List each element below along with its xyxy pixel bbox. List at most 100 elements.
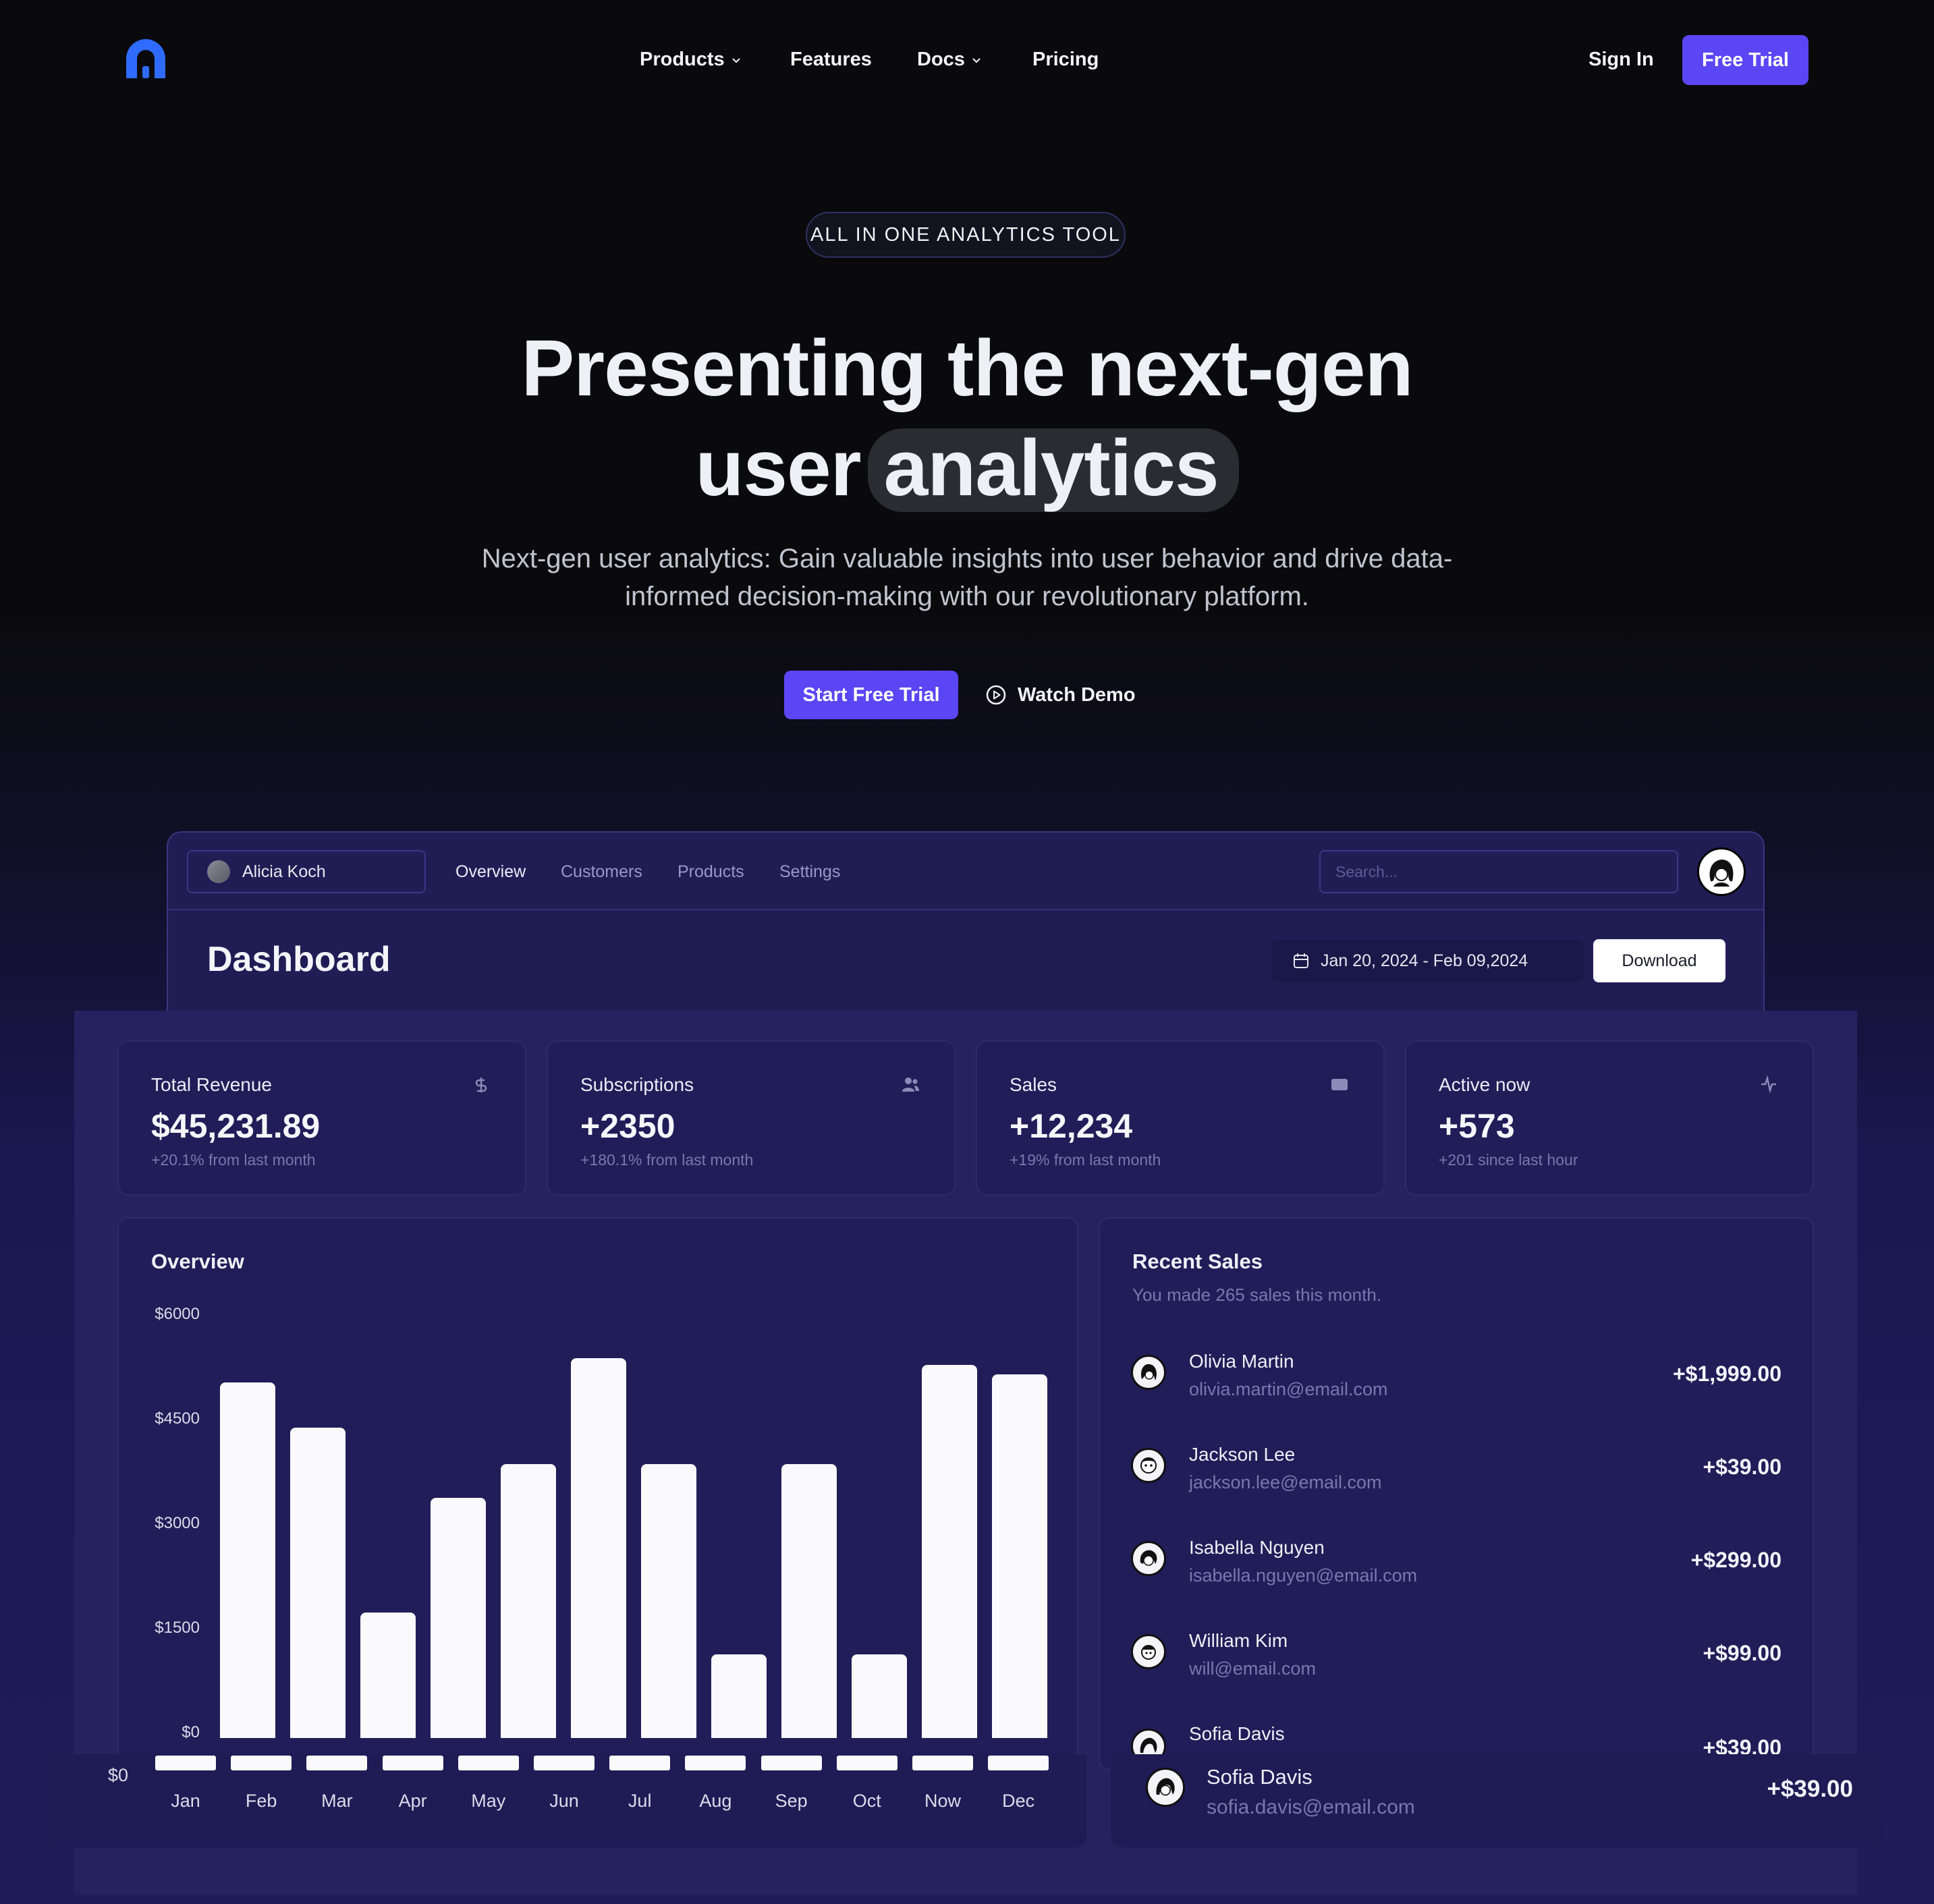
bar-jan: [992, 1374, 1047, 1738]
stat-card-sales: Sales +12,234 +19% from last month: [976, 1040, 1385, 1196]
bar-aug: [641, 1463, 696, 1738]
sale-amount: +$1,999.00: [1672, 1362, 1781, 1386]
nav-docs-label: Docs: [917, 49, 965, 70]
tab-products[interactable]: Products: [678, 862, 744, 882]
tab-customers[interactable]: Customers: [561, 862, 642, 882]
hero-badge: ALL IN ONE ANALYTICS TOOL: [806, 212, 1126, 258]
stat-subtext: +20.1% from last month: [151, 1151, 316, 1169]
y-tick-label: $3000: [155, 1514, 200, 1532]
credit-card-icon: [1331, 1079, 1348, 1090]
landing-page: Products Features Docs Pricing Sign In F…: [0, 0, 1934, 1904]
sale-email: olivia.martin@email.com: [1189, 1379, 1388, 1399]
stat-value: +2350: [580, 1107, 675, 1145]
brand-logo-icon[interactable]: [123, 36, 168, 81]
download-button[interactable]: Download: [1593, 939, 1725, 982]
bar-stub: [912, 1756, 973, 1770]
hero-title-line2: user analytics: [0, 422, 1934, 514]
dashboard-title: Dashboard: [207, 940, 391, 979]
x-tick-label: Jan: [171, 1791, 200, 1811]
stat-label: Active now: [1439, 1074, 1530, 1095]
team-avatar: [207, 860, 230, 883]
stat-subtext: +201 since last hour: [1439, 1151, 1578, 1169]
team-name: Alicia Koch: [242, 862, 326, 881]
sale-email: sofia.davis@email.com: [1207, 1796, 1415, 1818]
bar-stub: [836, 1756, 897, 1770]
person-avatar-icon: [1156, 1778, 1175, 1796]
bar-feb: [220, 1382, 275, 1738]
search-input[interactable]: Search...: [1319, 850, 1678, 893]
hero-title-line1: Presenting the next-gen: [521, 324, 1413, 413]
users-icon: [902, 1077, 919, 1092]
bar-stub: [306, 1756, 368, 1770]
bar-jun: [501, 1463, 556, 1738]
sale-email: isabella.nguyen@email.com: [1189, 1565, 1418, 1586]
sale-name: Sofia Davis: [1189, 1723, 1285, 1744]
stat-card-active: Active now +573 +201 since last hour: [1405, 1040, 1814, 1196]
bar-stub: [988, 1756, 1049, 1770]
watch-demo-label: Watch Demo: [1018, 683, 1136, 706]
activity-icon: [1761, 1075, 1776, 1093]
dashboard-topbar: Alicia Koch Overview Customers Products …: [168, 833, 1763, 910]
avatar: [1131, 1634, 1166, 1669]
tab-overview[interactable]: Overview: [455, 862, 526, 882]
stat-subtext: +19% from last month: [1010, 1151, 1161, 1169]
nav-pricing[interactable]: Pricing: [1032, 49, 1099, 71]
avatar: [1131, 1448, 1166, 1483]
watch-demo-button[interactable]: Watch Demo: [985, 679, 1136, 711]
bar-now: [852, 1654, 907, 1738]
bar-stub: [534, 1756, 595, 1770]
user-avatar[interactable]: [1697, 847, 1746, 896]
bar-sep: [711, 1654, 767, 1738]
x-tick-label: Dec: [1002, 1791, 1035, 1811]
chevron-down-icon: [972, 57, 980, 63]
stat-label: Subscriptions: [580, 1074, 694, 1095]
x-tick-label: Jun: [549, 1791, 579, 1811]
nav-docs[interactable]: Docs: [917, 49, 981, 71]
dollar-icon: [475, 1077, 487, 1092]
sales-overlay-strip: Sofia Davis sofia.davis@email.com +$39.0…: [1111, 1754, 1881, 1847]
start-free-trial-button[interactable]: Start Free Trial: [784, 671, 958, 719]
sign-in-link[interactable]: Sign In: [1588, 49, 1654, 71]
x-tick-label: Apr: [398, 1791, 427, 1811]
x-tick-label: Jul: [628, 1791, 652, 1811]
play-circle-icon: [986, 685, 1006, 705]
recent-sales-title: Recent Sales: [1132, 1250, 1263, 1273]
stat-value: +573: [1439, 1107, 1515, 1145]
bar-stub: [685, 1756, 746, 1770]
bar-jul: [571, 1357, 626, 1738]
y-tick-label: $6000: [155, 1305, 200, 1323]
user-avatar-icon: [1709, 860, 1734, 887]
nav-products[interactable]: Products: [640, 49, 741, 71]
overview-chart-card: Overview $6000 $4500 $3000 $1500 $0: [117, 1217, 1078, 1770]
recent-sales-card: Recent Sales You made 265 sales this mon…: [1099, 1217, 1814, 1770]
bar-stub: [609, 1756, 671, 1770]
nav-products-label: Products: [640, 49, 725, 70]
stat-value: +12,234: [1010, 1107, 1133, 1145]
overview-title: Overview: [151, 1250, 244, 1273]
avatar: [1131, 1355, 1166, 1390]
sale-email: jackson.lee@email.com: [1189, 1472, 1382, 1492]
bar-mar: [290, 1428, 346, 1738]
bar-may: [431, 1497, 486, 1738]
hero-title-highlight: analytics: [867, 428, 1239, 512]
sale-amount: +$39.00: [1703, 1455, 1781, 1479]
hero-subtitle: Next-gen user analytics: Gain valuable i…: [481, 544, 1453, 611]
y-tick-label: $1500: [155, 1619, 200, 1637]
free-trial-button[interactable]: Free Trial: [1682, 35, 1808, 85]
stat-card-subscriptions: Subscriptions +2350 +180.1% from last mo…: [547, 1040, 956, 1196]
stat-label: Total Revenue: [151, 1074, 273, 1095]
bar-apr: [360, 1613, 416, 1738]
x-tick-label: Feb: [245, 1791, 277, 1811]
sale-name: Olivia Martin: [1189, 1351, 1294, 1372]
stat-card-revenue: Total Revenue $45,231.89 +20.1% from las…: [117, 1040, 526, 1196]
date-range-picker[interactable]: Jan 20, 2024 - Feb 09,2024: [1272, 939, 1584, 982]
nav-features[interactable]: Features: [790, 49, 872, 71]
tab-settings[interactable]: Settings: [779, 862, 840, 882]
team-switcher[interactable]: Alicia Koch: [187, 850, 426, 893]
bar-stub: [231, 1756, 292, 1770]
bar-stub: [382, 1756, 443, 1770]
calendar-icon: [1294, 953, 1308, 968]
sale-name: Jackson Lee: [1189, 1444, 1296, 1465]
person-avatar-icon: [1140, 1364, 1157, 1380]
person-avatar-icon: [1140, 1457, 1157, 1474]
